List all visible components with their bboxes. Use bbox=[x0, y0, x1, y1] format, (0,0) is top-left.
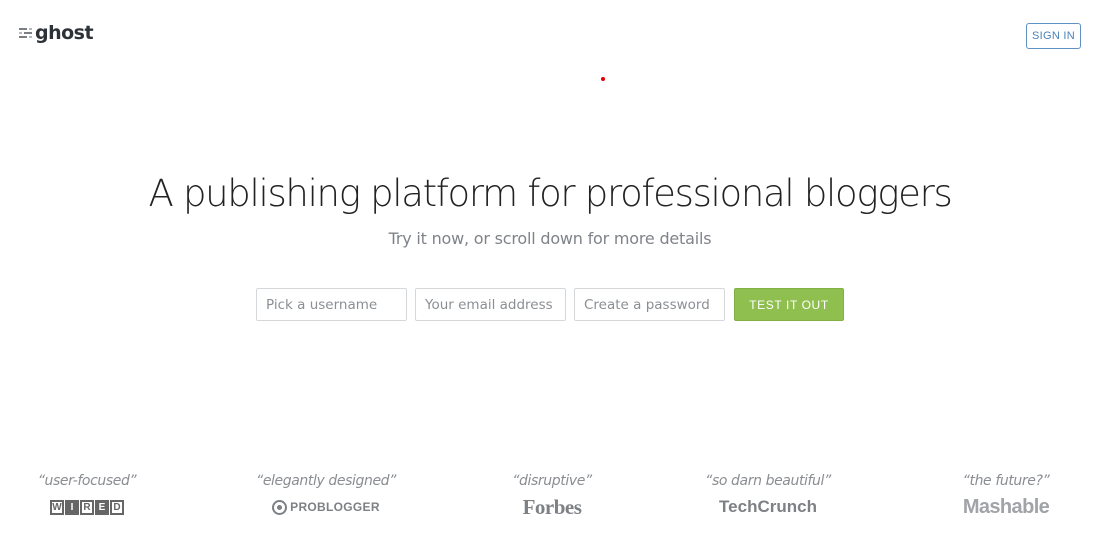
wired-logo: WIRED bbox=[0, 492, 177, 522]
problogger-icon bbox=[272, 499, 288, 515]
hero-title: A publishing platform for professional b… bbox=[148, 172, 953, 215]
problogger-wordmark: PROBLOGGER bbox=[290, 500, 380, 514]
red-dot bbox=[601, 77, 605, 81]
mashable-logo: Mashable bbox=[916, 492, 1096, 522]
ghost-logo[interactable]: ghost bbox=[19, 22, 94, 44]
forbes-wordmark: Forbes bbox=[522, 494, 582, 519]
techcrunch-logo: TechCrunch bbox=[678, 492, 858, 522]
email-input[interactable] bbox=[415, 288, 566, 321]
wired-wordmark: WIRED bbox=[50, 499, 124, 515]
press-quote: “user-focused” bbox=[37, 473, 137, 489]
wired-letter: D bbox=[110, 499, 124, 515]
techcrunch-wordmark: TechCrunch bbox=[719, 497, 817, 516]
wired-letter: W bbox=[50, 499, 64, 515]
press-item-forbes: “disruptive” Forbes bbox=[462, 470, 642, 522]
problogger-logo: PROBLOGGER bbox=[236, 492, 416, 522]
wired-letter: R bbox=[80, 499, 94, 515]
landing-page: ghost SIGN IN A publishing platform for … bbox=[0, 0, 1100, 541]
press-quote: “the future?” bbox=[962, 473, 1050, 489]
wired-letter: E bbox=[95, 499, 109, 515]
press-item-wired: “user-focused” WIRED bbox=[0, 470, 177, 522]
wired-letter: I bbox=[65, 499, 79, 515]
ghost-lines-icon bbox=[19, 28, 32, 38]
signup-form: TEST IT OUT bbox=[256, 288, 844, 321]
password-input[interactable] bbox=[574, 288, 725, 321]
username-input[interactable] bbox=[256, 288, 407, 321]
press-item-techcrunch: “so darn beautiful” TechCrunch bbox=[678, 470, 858, 522]
press-quote: “so darn beautiful” bbox=[705, 473, 831, 489]
forbes-logo: Forbes bbox=[462, 492, 642, 522]
hero-subtitle: Try it now, or scroll down for more deta… bbox=[388, 229, 712, 248]
press-item-mashable: “the future?” Mashable bbox=[916, 470, 1096, 522]
press-quote: “disruptive” bbox=[512, 473, 592, 489]
press-item-problogger: “elegantly designed” PROBLOGGER bbox=[236, 470, 416, 522]
test-it-out-button[interactable]: TEST IT OUT bbox=[734, 288, 844, 321]
sign-in-button[interactable]: SIGN IN bbox=[1026, 23, 1081, 49]
press-quotes: “user-focused” WIRED “elegantly designed… bbox=[0, 470, 1100, 530]
logo-text: ghost bbox=[35, 22, 94, 44]
press-quote: “elegantly designed” bbox=[255, 473, 397, 489]
mashable-wordmark: Mashable bbox=[962, 495, 1050, 518]
